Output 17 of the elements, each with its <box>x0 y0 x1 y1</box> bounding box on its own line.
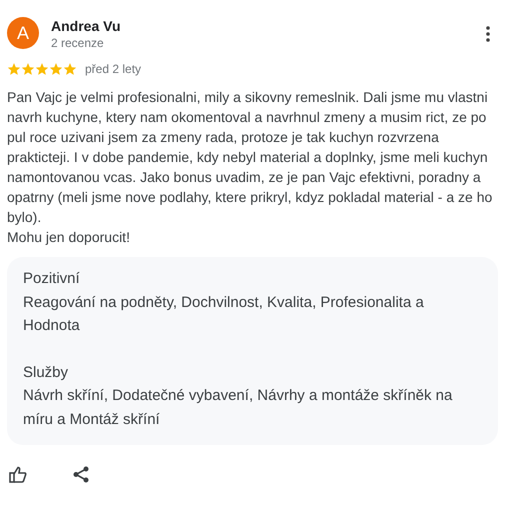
review-text: Pan Vajc je velmi profesionalni, mily a sikovny remeslnik. Dali jsme mu vlastni navrh kuchyne, ktery nam okomentoval a navrhnul zmeny a musim rict, ze po pul roce uzivani jsem za zmeny rada, protoze je tak kuchyn rozvrzena prakticteji. I v dobe pandemie, kdy nebyl material a doplnky, jsme meli kuchyn namontovanou vcas. Jako bonus uvadim, ze je pan Vajc efektivni, poradny a opatrny (meli jsme nove podlahy, ktere prikryl, kdyz pokladal material - a ze ho bylo). <box>7 88 494 227</box>
review-time: před 2 lety <box>85 61 142 78</box>
more-options-icon[interactable] <box>486 26 490 42</box>
share-icon[interactable] <box>73 466 89 483</box>
review-count: 2 recenze <box>51 35 105 51</box>
star-icon <box>49 62 63 76</box>
star-icon <box>7 62 21 76</box>
reviewer-name[interactable]: Andrea Vu <box>51 17 120 35</box>
star-icon <box>63 62 77 76</box>
thumbs-up-icon[interactable] <box>9 466 27 483</box>
star-icon <box>21 62 35 76</box>
attribute-heading: Služby <box>23 362 70 382</box>
star-icon <box>35 62 49 76</box>
attribute-value: Návrh skříní, Dodatečné vybavení, Návrhy a montáže skříněk na míru a Montáž skříní <box>23 386 454 430</box>
review-text: Mohu jen doporucit! <box>7 228 131 247</box>
attribute-value: Reagování na podněty, Dochvilnost, Kvalita, Profesionalita a Hodnota <box>23 292 425 336</box>
attribute-heading: Pozitivní <box>23 269 81 289</box>
